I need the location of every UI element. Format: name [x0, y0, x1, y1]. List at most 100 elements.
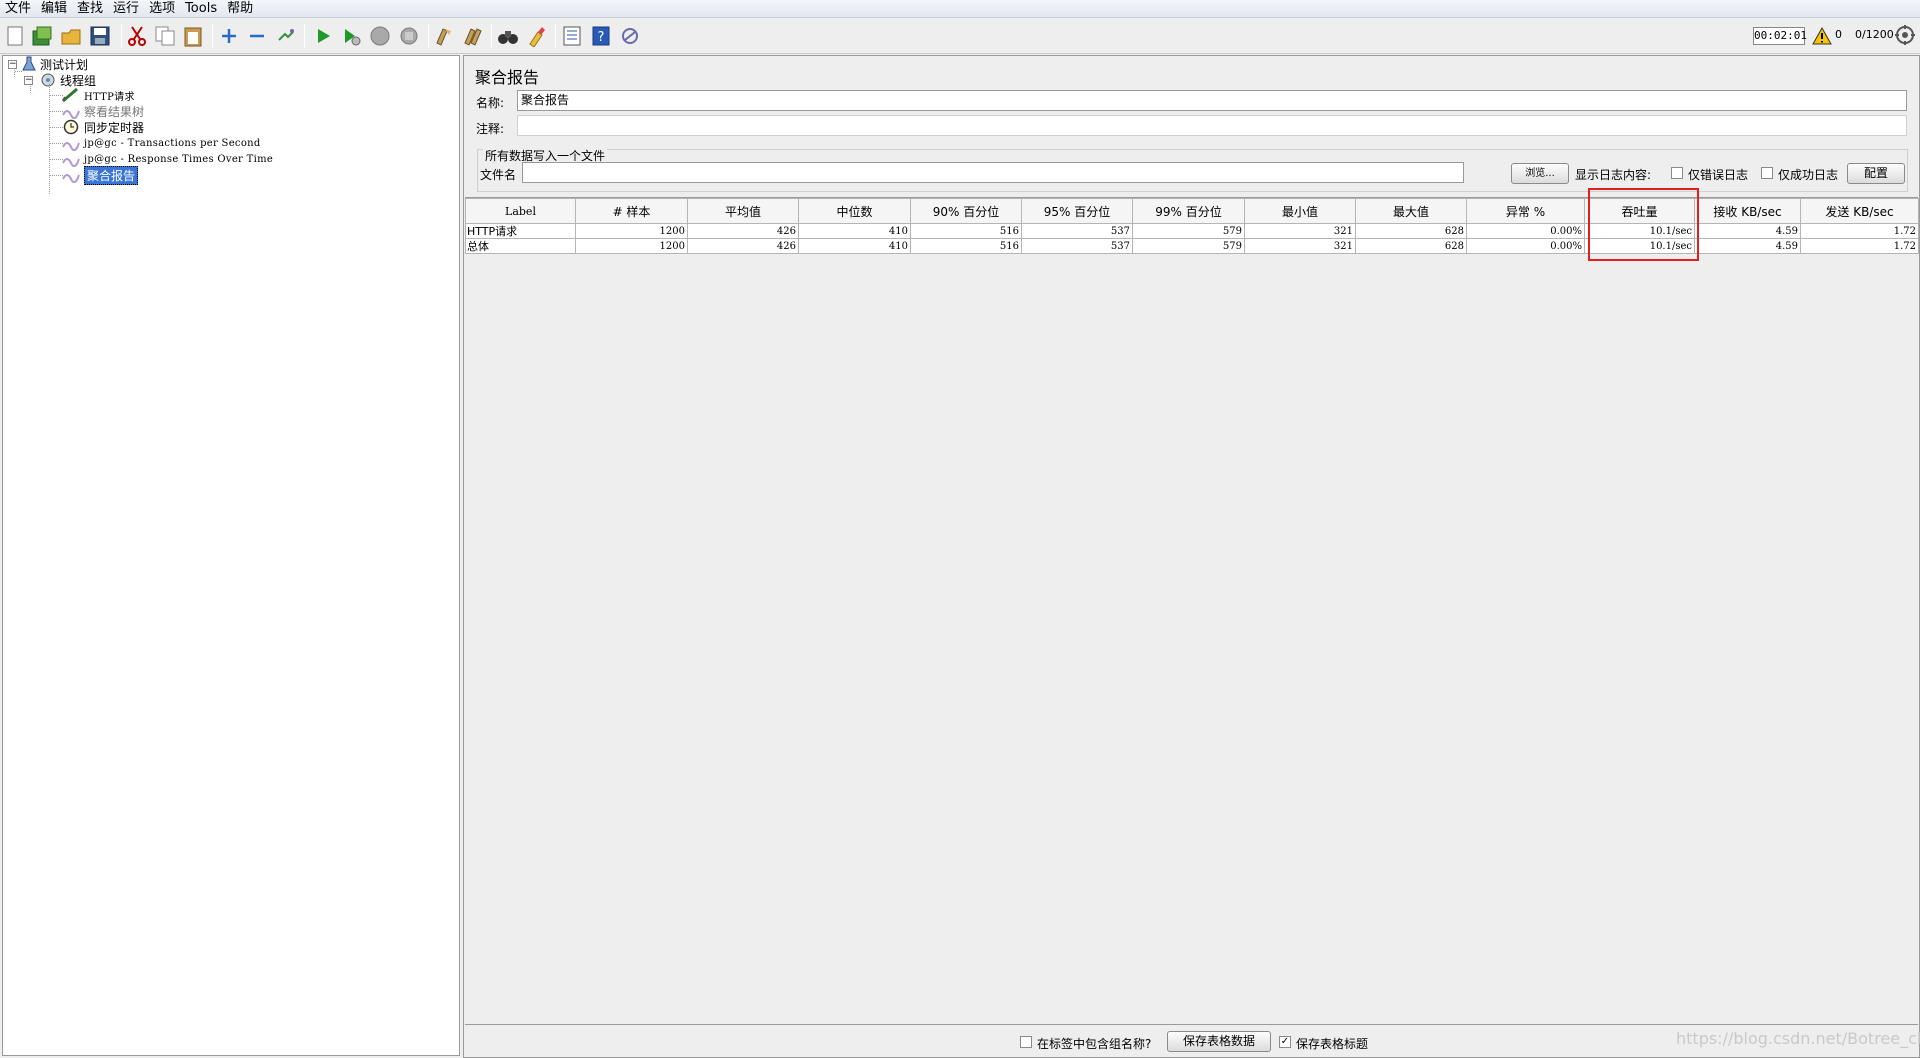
sampler-pen-icon	[62, 87, 78, 103]
table-cell: 537	[1021, 223, 1133, 239]
elapsed-timer: 00:02:01	[1753, 27, 1807, 45]
new-icon[interactable]	[3, 24, 27, 48]
aggregate-report-panel: 聚合报告 名称: 聚合报告 注释: 所有数据写入一个文件 文件名 浏览... 显…	[463, 55, 1920, 1058]
clear-icon[interactable]	[432, 24, 456, 48]
open-icon[interactable]	[59, 24, 83, 48]
help-icon[interactable]: ?	[589, 24, 613, 48]
cut-icon[interactable]	[125, 24, 149, 48]
menu-tools[interactable]: Tools	[180, 0, 222, 18]
collapse-icon[interactable]	[245, 24, 269, 48]
copy-icon[interactable]	[153, 24, 177, 48]
column-header[interactable]: 99% 百分位	[1132, 198, 1245, 224]
table-cell: 537	[1021, 238, 1133, 254]
test-plan-tree: − 测试计划 − 线程组 HTTP请求 察看结果树 同步定时器 jp@gc - …	[2, 55, 460, 1056]
warning-icon[interactable]	[1812, 26, 1832, 49]
save-icon[interactable]	[88, 24, 112, 48]
name-field[interactable]: 聚合报告	[517, 90, 1907, 111]
column-header[interactable]: 接收 KB/sec	[1694, 198, 1801, 224]
table-cell: 579	[1132, 238, 1245, 254]
table-cell: 410	[798, 223, 911, 239]
table-cell: 10.1/sec	[1584, 238, 1695, 254]
configure-button[interactable]: 配置	[1847, 163, 1905, 184]
column-header[interactable]: # 样本	[575, 198, 688, 224]
binoculars-icon[interactable]	[496, 24, 520, 48]
menu-run[interactable]: 运行	[108, 0, 144, 18]
shutdown-icon[interactable]	[397, 24, 421, 48]
column-header[interactable]: 90% 百分位	[910, 198, 1022, 224]
aggregate-results-table: Label # 样本 平均值 中位数 90% 百分位 95% 百分位 99% 百…	[465, 198, 1919, 254]
menu-bar: 文件 编辑 查找 运行 选项 Tools 帮助	[0, 0, 1920, 18]
templates-icon[interactable]	[30, 24, 54, 48]
menu-search[interactable]: 查找	[72, 0, 108, 18]
tree-node-sync-timer[interactable]: 同步定时器	[61, 119, 144, 135]
table-cell: 10.1/sec	[1584, 223, 1695, 239]
listener-graph-icon	[62, 174, 80, 183]
table-cell: 516	[910, 238, 1022, 254]
clear-all-icon[interactable]	[461, 24, 485, 48]
gear-icon[interactable]	[1894, 24, 1916, 50]
tree-node-http-request[interactable]: HTTP请求	[61, 87, 135, 103]
column-header[interactable]: 中位数	[798, 198, 911, 224]
reset-search-icon[interactable]	[525, 24, 549, 48]
paste-icon[interactable]	[181, 24, 205, 48]
name-label: 名称:	[476, 96, 505, 110]
menu-options[interactable]: 选项	[144, 0, 180, 18]
menu-help[interactable]: 帮助	[222, 0, 258, 18]
column-header[interactable]: 异常 %	[1466, 198, 1585, 224]
stop-icon[interactable]	[368, 24, 392, 48]
tree-node-test-plan[interactable]: 测试计划	[21, 56, 88, 72]
table-cell: 总体	[465, 238, 576, 254]
filename-label: 文件名	[480, 168, 517, 182]
results-table-area: Label # 样本 平均值 中位数 90% 百分位 95% 百分位 99% 百…	[465, 197, 1919, 1023]
start-icon[interactable]	[311, 24, 335, 48]
table-cell: 0.00%	[1466, 223, 1585, 239]
listener-graph-icon	[62, 142, 80, 151]
success-only-label: 仅成功日志	[1778, 168, 1839, 182]
remote-icon[interactable]	[618, 24, 642, 48]
clock-icon	[63, 119, 79, 135]
column-header-throughput[interactable]: 吞吐量	[1584, 198, 1695, 224]
collapse-test-plan-toggle[interactable]: −	[8, 60, 17, 69]
table-row[interactable]: HTTP请求 1200 426 410 516 537 579 321 628 …	[465, 223, 1919, 239]
menu-file[interactable]: 文件	[0, 0, 36, 18]
table-cell: 426	[687, 223, 799, 239]
include-group-name-label: 在标签中包含组名称?	[1037, 1037, 1152, 1051]
column-header[interactable]: 最小值	[1244, 198, 1356, 224]
errors-only-checkbox[interactable]	[1671, 167, 1683, 179]
save-table-data-button[interactable]: 保存表格数据	[1167, 1031, 1271, 1052]
table-header-row: Label # 样本 平均值 中位数 90% 百分位 95% 百分位 99% 百…	[465, 198, 1919, 224]
table-cell: 1.72	[1800, 223, 1919, 239]
tree-node-transactions-per-second[interactable]: jp@gc - Transactions per Second	[61, 135, 261, 151]
save-table-header-checkbox[interactable]: ✓	[1279, 1036, 1291, 1048]
table-row[interactable]: 总体 1200 426 410 516 537 579 321 628 0.00…	[465, 238, 1919, 254]
tree-node-view-results-tree[interactable]: 察看结果树	[61, 103, 144, 119]
column-header[interactable]: 平均值	[687, 198, 799, 224]
start-no-pauses-icon[interactable]	[339, 24, 363, 48]
toggle-icon[interactable]	[274, 24, 298, 48]
comment-label: 注释:	[476, 122, 505, 136]
filename-field[interactable]	[522, 162, 1464, 183]
success-only-checkbox[interactable]	[1761, 167, 1773, 179]
listener-graph-icon	[62, 110, 80, 119]
include-group-name-checkbox[interactable]	[1020, 1036, 1032, 1048]
tree-node-aggregate-report[interactable]: 聚合报告	[61, 165, 139, 185]
column-header[interactable]: 发送 KB/sec	[1800, 198, 1919, 224]
browse-button[interactable]: 浏览...	[1511, 163, 1569, 184]
table-cell: 4.59	[1694, 238, 1801, 254]
menu-edit[interactable]: 编辑	[36, 0, 72, 18]
column-header[interactable]: 95% 百分位	[1021, 198, 1133, 224]
listener-graph-icon	[62, 158, 80, 167]
table-cell: 1200	[575, 223, 688, 239]
toolbar: ? 00:02:01 0 0/1200	[0, 18, 1920, 54]
table-cell: 410	[798, 238, 911, 254]
table-cell: 579	[1132, 223, 1245, 239]
tree-node-thread-group[interactable]: 线程组	[39, 72, 96, 88]
expand-icon[interactable]	[217, 24, 241, 48]
column-header[interactable]: Label	[465, 198, 576, 224]
table-cell: 321	[1244, 223, 1356, 239]
table-cell: 321	[1244, 238, 1356, 254]
column-header[interactable]: 最大值	[1355, 198, 1467, 224]
function-helper-icon[interactable]	[560, 24, 584, 48]
collapse-thread-group-toggle[interactable]: −	[24, 76, 33, 85]
comment-field[interactable]	[517, 115, 1907, 136]
